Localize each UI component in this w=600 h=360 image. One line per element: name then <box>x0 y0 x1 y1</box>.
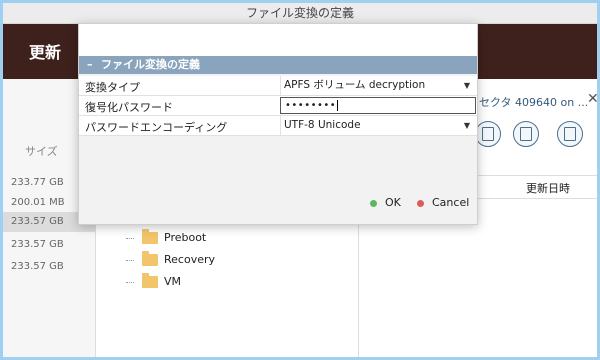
password-encoding-label: パスワードエンコーディング <box>85 121 228 134</box>
cancel-dot-icon <box>417 199 424 207</box>
document-x-icon[interactable] <box>513 121 539 147</box>
ok-button[interactable]: OK <box>370 196 401 209</box>
size-item[interactable]: 233.57 GB <box>3 235 95 255</box>
close-icon[interactable]: ✕ <box>587 91 597 107</box>
sector-tab-label[interactable]: セクタ 409640 on ... <box>479 94 588 110</box>
folder-icon <box>142 229 158 244</box>
tree-item-label: Preboot <box>164 231 207 244</box>
password-encoding-row: パスワードエンコーディング UTF-8 Unicode ▼ <box>79 116 477 136</box>
conversion-type-value: APFS ボリューム decryption <box>284 79 426 91</box>
conversion-type-label: 変換タイプ <box>85 81 140 94</box>
chevron-down-icon: ▼ <box>463 81 470 90</box>
password-encoding-value: UTF-8 Unicode <box>284 119 361 131</box>
tree-item-label: Recovery <box>164 253 216 266</box>
refresh-button[interactable]: 更新 <box>29 39 61 63</box>
window-title: ファイル変換の定義 <box>3 3 597 24</box>
document-icon[interactable] <box>475 121 501 147</box>
size-column-header[interactable]: サイズ <box>25 143 58 159</box>
tree-item-recovery[interactable]: Recovery <box>126 250 215 270</box>
conversion-type-select[interactable]: APFS ボリューム decryption ▼ <box>280 76 476 95</box>
modified-date-column-header[interactable]: 更新日時 <box>526 180 570 196</box>
password-label: 復号化パスワード <box>85 101 173 114</box>
tree-item-preboot[interactable]: Preboot <box>126 228 206 248</box>
ok-dot-icon <box>370 199 377 207</box>
folder-icon <box>142 273 158 288</box>
password-field[interactable]: •••••••• <box>280 97 476 114</box>
chevron-down-icon: ▼ <box>463 121 470 130</box>
tree-item-label: VM <box>164 275 182 288</box>
collapse-icon[interactable]: – <box>87 56 101 74</box>
folder-icon <box>142 251 158 266</box>
cancel-button[interactable]: Cancel <box>417 196 469 209</box>
password-encoding-select[interactable]: UTF-8 Unicode ▼ <box>280 116 476 135</box>
size-item[interactable]: 233.57 GB <box>3 257 95 277</box>
password-row: 復号化パスワード •••••••• <box>79 96 477 116</box>
password-value: •••••••• <box>285 100 337 111</box>
document-settings-icon[interactable] <box>557 121 583 147</box>
conversion-type-row: 変換タイプ APFS ボリューム decryption ▼ <box>79 76 477 96</box>
file-conversion-dialog: – ファイル変換の定義 変換タイプ APFS ボリューム decryption ▼… <box>78 23 478 225</box>
app-window: ファイル変換の定義 更新 サイズ 233.77 GB 200.01 MB 233… <box>3 3 597 357</box>
section-title: ファイル変換の定義 <box>101 58 200 71</box>
tree-item-vm[interactable]: VM <box>126 272 181 292</box>
section-header[interactable]: – ファイル変換の定義 <box>79 56 477 74</box>
text-caret <box>337 99 339 111</box>
